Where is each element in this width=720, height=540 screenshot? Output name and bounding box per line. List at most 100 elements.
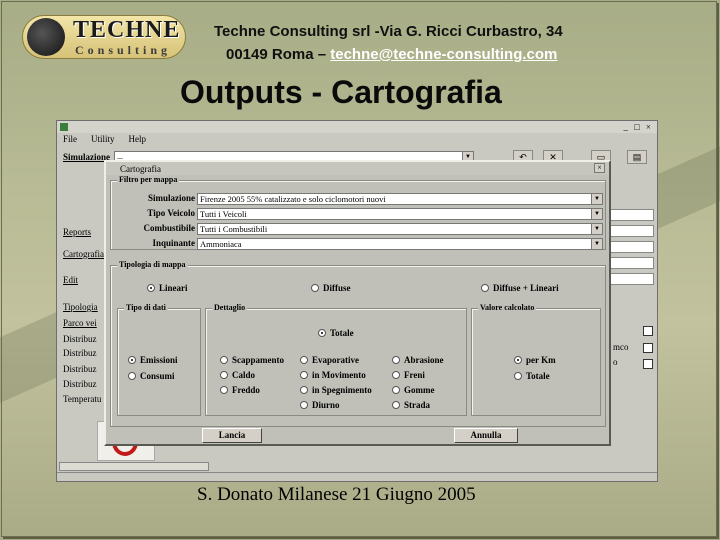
- radio-emissioni[interactable]: Emissioni: [128, 355, 178, 365]
- data-type-group-label: Tipo di dati: [124, 303, 168, 312]
- radio-label: Abrasione: [404, 355, 444, 365]
- address-prefix: 00149 Roma –: [226, 46, 331, 63]
- field-label-combustibile: Combustibile: [143, 223, 195, 233]
- detail-group-label: Dettaglio: [212, 303, 248, 312]
- radio-totale[interactable]: Totale: [318, 328, 354, 338]
- menu-file[interactable]: File: [63, 134, 77, 146]
- right-checkbox[interactable]: [643, 343, 653, 353]
- radio-scappamento[interactable]: Scappamento: [220, 355, 284, 365]
- radio-label: in Spegnimento: [312, 385, 372, 395]
- radio-diffuse[interactable]: Diffuse: [311, 283, 351, 293]
- radio-label: Evaporative: [312, 355, 359, 365]
- left-item-tipologia[interactable]: Tipologia: [63, 302, 98, 312]
- radio-dot: [514, 372, 522, 380]
- radio-strada[interactable]: Strada: [392, 400, 430, 410]
- tipo-veicolo-value: Tutti i Veicoli: [200, 209, 247, 219]
- logo-word: TECHNE: [73, 17, 181, 43]
- radio-in-movimento[interactable]: in Movimento: [300, 370, 366, 380]
- annulla-button[interactable]: Annulla: [454, 428, 518, 443]
- radio-consumi[interactable]: Consumi: [128, 371, 175, 381]
- radio-label: Freni: [404, 370, 425, 380]
- techne-logo: TECHNE Consulting: [22, 15, 186, 59]
- chevron-down-icon[interactable]: ▼: [591, 224, 602, 234]
- inquinante-dropdown[interactable]: Ammoniaca ▼: [197, 238, 603, 250]
- radio-dot: [481, 284, 489, 292]
- lancia-button[interactable]: Lancia: [202, 428, 262, 443]
- right-field[interactable]: [609, 241, 654, 253]
- radio-dot: [392, 386, 400, 394]
- menubar: File Utility Help: [57, 134, 146, 146]
- left-item-reports[interactable]: Reports: [63, 227, 91, 237]
- radio-evaporative[interactable]: Evaporative: [300, 355, 359, 365]
- right-field[interactable]: [609, 273, 654, 285]
- left-item-distribuz[interactable]: Distribuz: [63, 334, 97, 344]
- chevron-down-icon[interactable]: ▼: [591, 239, 602, 249]
- combustibile-value: Tutti i Combustibili: [200, 224, 268, 234]
- radio-label: Diurno: [312, 400, 340, 410]
- radio-label: in Movimento: [312, 370, 366, 380]
- left-item-distribuz[interactable]: Distribuz: [63, 379, 97, 389]
- detail-group: Dettaglio Totale Scappamento Evaporative…: [205, 303, 467, 416]
- menu-help[interactable]: Help: [129, 134, 147, 146]
- right-checkbox[interactable]: [643, 326, 653, 336]
- status-bar: [57, 472, 657, 481]
- chevron-down-icon[interactable]: ▼: [591, 194, 602, 204]
- right-field[interactable]: [609, 225, 654, 237]
- email-link[interactable]: techne@techne-consulting.com: [330, 46, 557, 63]
- radio-in-spegnimento[interactable]: in Spegnimento: [300, 385, 372, 395]
- logo-mark-icon: [27, 18, 65, 56]
- radio-label: Scappamento: [232, 355, 285, 365]
- radio-freni[interactable]: Freni: [392, 370, 425, 380]
- radio-diurno[interactable]: Diurno: [300, 400, 340, 410]
- menu-utility[interactable]: Utility: [91, 134, 115, 146]
- address-line: 00149 Roma – techne@techne-consulting.co…: [226, 46, 557, 63]
- radio-diffuse-lineari[interactable]: Diffuse + Lineari: [481, 283, 559, 293]
- radio-freddo[interactable]: Freddo: [220, 385, 260, 395]
- simulazione-dropdown[interactable]: Firenze 2005 55% catalizzato e solo cicl…: [197, 193, 603, 205]
- right-checkbox[interactable]: [643, 359, 653, 369]
- company-line: Techne Consulting srl -Via G. Ricci Curb…: [214, 23, 563, 40]
- right-field[interactable]: [609, 209, 654, 221]
- tipo-veicolo-dropdown[interactable]: Tutti i Veicoli ▼: [197, 208, 603, 220]
- radio-dot: [392, 356, 400, 364]
- logo-subtitle: Consulting: [75, 43, 172, 57]
- radio-label: Totale: [330, 328, 354, 338]
- radio-dot: [318, 329, 326, 337]
- radio-abrasione[interactable]: Abrasione: [392, 355, 444, 365]
- radio-label: Emissioni: [140, 355, 178, 365]
- radio-label: Strada: [404, 400, 431, 410]
- radio-label: Gomme: [404, 385, 435, 395]
- close-icon[interactable]: ×: [594, 163, 605, 173]
- left-item-temperatura[interactable]: Temperatu: [63, 394, 101, 404]
- left-item-cartografia[interactable]: Cartografia: [63, 249, 104, 259]
- radio-dot: [300, 401, 308, 409]
- radio-label: Freddo: [232, 385, 260, 395]
- left-item-parco[interactable]: Parco vei: [63, 318, 97, 328]
- horizontal-scrollbar[interactable]: [59, 462, 209, 471]
- chevron-down-icon[interactable]: ▼: [591, 209, 602, 219]
- radio-label: Diffuse: [323, 283, 351, 293]
- left-item-distribuz[interactable]: Distribuz: [63, 348, 97, 358]
- window-controls[interactable]: _ □ ×: [623, 122, 653, 132]
- radio-dot: [300, 386, 308, 394]
- radio-caldo[interactable]: Caldo: [220, 370, 255, 380]
- radio-gomme[interactable]: Gomme: [392, 385, 435, 395]
- left-item-edit[interactable]: Edit: [63, 275, 78, 285]
- radio-label: Lineari: [159, 283, 188, 293]
- left-item-distribuz[interactable]: Distribuz: [63, 364, 97, 374]
- radio-dot: [128, 356, 136, 364]
- radio-per-km[interactable]: per Km: [514, 355, 556, 365]
- field-label-simulazione: Simulazione: [147, 193, 195, 203]
- radio-dot: [514, 356, 522, 364]
- cartografia-dialog: Cartografia × Filtro per mappa Simulazio…: [104, 160, 611, 446]
- right-field[interactable]: [609, 257, 654, 269]
- radio-totale-value[interactable]: Totale: [514, 371, 550, 381]
- save-button[interactable]: ▤: [627, 150, 647, 164]
- app-system-icon[interactable]: [60, 123, 68, 131]
- radio-dot: [392, 401, 400, 409]
- combustibile-dropdown[interactable]: Tutti i Combustibili ▼: [197, 223, 603, 235]
- filter-group: Filtro per mappa Simulazione Firenze 200…: [110, 175, 606, 250]
- filter-group-label: Filtro per mappa: [117, 175, 180, 184]
- radio-lineari[interactable]: Lineari: [147, 283, 188, 293]
- radio-dot: [220, 386, 228, 394]
